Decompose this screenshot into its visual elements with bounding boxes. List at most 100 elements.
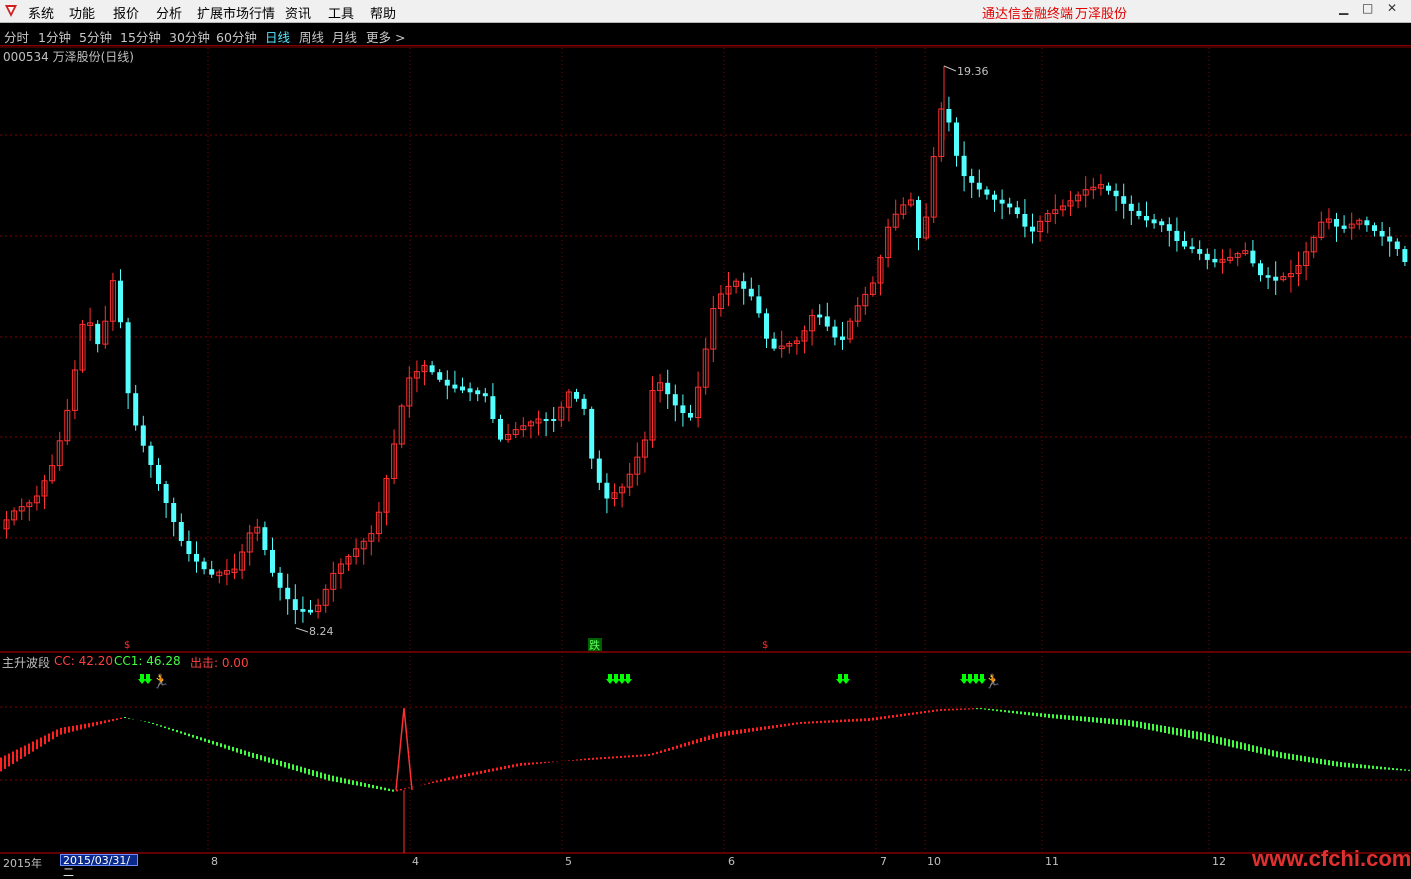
candle-body <box>429 365 435 373</box>
candle-body <box>467 388 473 393</box>
candle-body <box>1212 258 1218 263</box>
candle-body <box>688 413 693 418</box>
candle-body <box>156 465 161 484</box>
candle-body <box>672 394 678 406</box>
indicator-cc1: CC1: 46.28 <box>114 654 181 668</box>
candle-body <box>201 561 207 570</box>
candle-body <box>756 296 762 314</box>
candle-body <box>984 189 990 195</box>
candle-body <box>95 323 101 345</box>
candle-body <box>292 599 298 611</box>
candle-body <box>140 425 146 446</box>
runner-icon: 🏃 <box>152 673 169 690</box>
candle-body <box>1121 196 1127 204</box>
candle-body <box>186 541 192 554</box>
runner-icon: 🏃 <box>984 673 1001 690</box>
candle-body <box>460 386 465 391</box>
candle-body <box>1144 216 1149 221</box>
candle-body <box>581 398 587 409</box>
candle-body <box>1273 276 1279 281</box>
candle-body <box>194 554 199 562</box>
candle-body <box>1379 230 1385 237</box>
candle-body <box>1128 203 1134 211</box>
candle-body <box>1364 220 1370 226</box>
candle-body <box>125 322 131 394</box>
candle-body <box>992 194 997 200</box>
high-pointer <box>943 65 957 72</box>
down-arrow-icon <box>624 674 632 684</box>
fall-signal-text: 跌 <box>589 638 600 652</box>
axis-month: 6 <box>728 855 735 868</box>
candle-body <box>771 338 777 349</box>
candle-body <box>976 182 982 190</box>
candle-body <box>551 419 557 421</box>
candle-body <box>1387 236 1393 242</box>
candle-body <box>1106 185 1111 191</box>
candle-body <box>1166 224 1172 231</box>
candle-body <box>482 393 488 397</box>
candle-body <box>748 288 754 297</box>
candle-body <box>1258 263 1263 276</box>
candle-body <box>444 379 450 386</box>
candle-body <box>178 522 184 541</box>
candle-body <box>1197 249 1203 254</box>
axis-month: 8 <box>211 855 218 868</box>
candle-body <box>1022 214 1028 227</box>
candle-body <box>270 550 275 573</box>
candle-body <box>118 280 123 323</box>
low-pointer <box>295 627 309 633</box>
candle-body <box>163 484 169 503</box>
down-arrow-icon <box>144 674 152 684</box>
candle-body <box>604 482 610 499</box>
candle-body <box>1151 219 1157 224</box>
price-chart[interactable]: 19.36 8.24 $ $ 跌 🏃 🏃 <box>0 0 1411 867</box>
candle-body <box>171 503 177 522</box>
candle-body <box>308 609 313 613</box>
axis-month: 11 <box>1045 855 1059 868</box>
indicator-name: 主升波段 <box>2 656 51 670</box>
candle-body <box>916 200 921 238</box>
candle-body <box>999 199 1005 204</box>
watermark: www.cfchi.com <box>1252 846 1411 871</box>
high-price-label: 19.36 <box>957 65 989 78</box>
axis-month: 10 <box>927 855 941 868</box>
candle-body <box>817 314 823 318</box>
indicator-cc: CC: 42.20 <box>54 654 113 668</box>
candle-body <box>832 326 838 338</box>
axis-month: 12 <box>1212 855 1226 868</box>
candle-body <box>148 445 154 465</box>
candle-body <box>1030 226 1035 232</box>
candle-body <box>133 393 139 426</box>
candle-body <box>1007 203 1013 208</box>
candle-body <box>1372 225 1377 231</box>
candle-body <box>475 390 481 395</box>
candle-body <box>1113 190 1119 197</box>
candle-body <box>574 392 579 399</box>
candle-body <box>596 458 602 483</box>
low-price-label: 8.24 <box>309 625 334 638</box>
cursor-date: 2015/03/31/二 <box>60 854 138 879</box>
candle-body <box>1182 241 1187 247</box>
candle-body <box>589 408 595 459</box>
candle-body <box>1204 253 1210 260</box>
candle-body <box>1014 207 1020 214</box>
down-arrow-icon <box>842 674 850 684</box>
candle-body <box>490 396 496 419</box>
candle-body <box>300 609 306 612</box>
candle-body <box>946 109 952 123</box>
candle-body <box>277 572 283 588</box>
candle-body <box>262 527 268 550</box>
candle-body <box>665 382 671 395</box>
candle-body <box>680 405 686 413</box>
candle-body <box>498 419 503 440</box>
candle-body <box>452 384 458 389</box>
axis-month: 5 <box>565 855 572 868</box>
indicator-exit: 出击: 0.00 <box>190 656 249 670</box>
candle-body <box>741 281 747 289</box>
candle-body <box>961 155 967 177</box>
candle-body <box>1334 219 1339 227</box>
candle-body <box>1159 221 1165 226</box>
axis-month: 7 <box>880 855 887 868</box>
candle-body <box>285 587 291 600</box>
candle-body <box>437 372 443 380</box>
